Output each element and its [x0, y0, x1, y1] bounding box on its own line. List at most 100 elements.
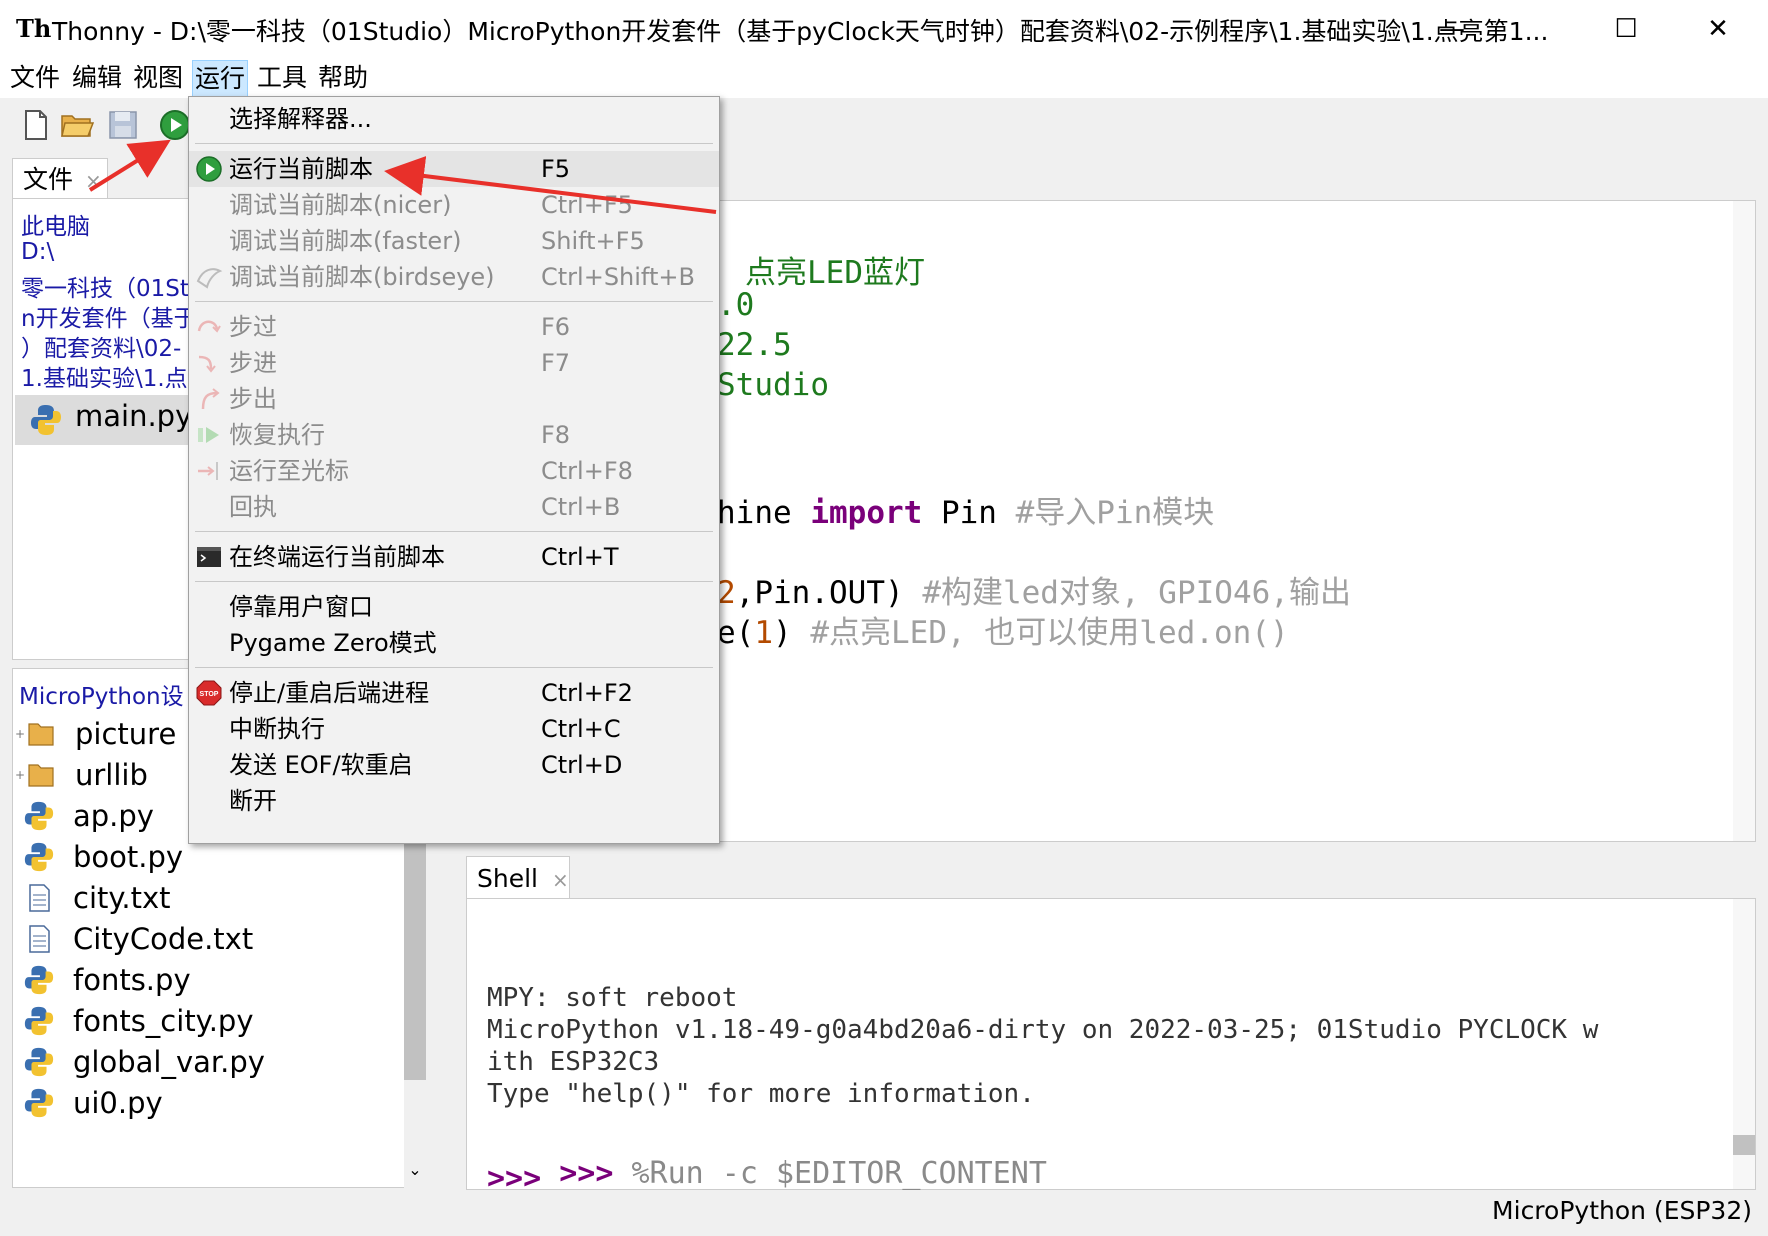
terminal-icon	[195, 543, 223, 571]
menu-item-shortcut: Ctrl+F2	[541, 679, 633, 707]
shell-tab[interactable]: Shell ×	[466, 856, 570, 900]
menu-item[interactable]: 停靠用户窗口	[189, 589, 719, 625]
run-dropdown-menu: 选择解释器... 运行当前脚本 F5 调试当前脚本(nicer) Ctrl+F5 调试当前…	[188, 96, 720, 844]
file-item[interactable]: ui0.py	[23, 1080, 163, 1126]
menu-item[interactable]: 在终端运行当前脚本 Ctrl+T	[189, 539, 719, 575]
menu-tools[interactable]: 工具	[255, 60, 309, 96]
file-item[interactable]: global_var.py	[23, 1039, 265, 1085]
menu-item-shortcut: Ctrl+T	[541, 543, 619, 571]
shell-prompt[interactable]: >>>	[487, 1161, 541, 1196]
save-icon[interactable]	[106, 108, 140, 142]
python-file-icon	[23, 841, 55, 873]
file-item[interactable]: ap.py	[23, 793, 154, 839]
shell-panel[interactable]: MPY: soft reboot MicroPython v1.18-49-g0…	[466, 898, 1756, 1196]
path-item[interactable]: n开发套件（基于	[21, 299, 197, 333]
file-item[interactable]: fonts.py	[23, 957, 191, 1003]
run-icon	[195, 155, 223, 183]
code-token: #构建led对象, GPIO46,输出	[922, 575, 1351, 611]
python-file-icon	[23, 1005, 55, 1037]
run-to-cursor-icon	[195, 457, 223, 485]
file-item[interactable]: fonts_city.py	[23, 998, 254, 1044]
expand-icon[interactable]: +	[15, 727, 25, 741]
menu-item: 调试当前脚本(birdseye) Ctrl+Shift+B	[189, 259, 719, 295]
file-item[interactable]: city.txt	[23, 875, 171, 921]
menu-item-shortcut: Shift+F5	[541, 227, 645, 255]
window-title: Thonny - D:\零一科技（01Studio）MicroPython开发套…	[52, 17, 1549, 46]
menu-item[interactable]: 运行当前脚本 F5	[189, 151, 719, 187]
menu-item: 步出	[189, 381, 719, 417]
thonny-logo-icon: Th	[16, 14, 52, 43]
menu-item: 恢复执行 F8	[189, 417, 719, 453]
file-item[interactable]: CityCode.txt	[23, 916, 253, 962]
code-token: e(	[717, 615, 755, 651]
menu-file[interactable]: 文件	[8, 60, 62, 96]
menu-item-label: 调试当前脚本(faster)	[229, 227, 462, 255]
menu-item: 调试当前脚本(nicer) Ctrl+F5	[189, 187, 719, 223]
folder-item[interactable]: + urllib	[15, 752, 148, 798]
folder-icon	[25, 759, 57, 791]
close-icon[interactable]: ×	[85, 169, 102, 193]
birdseye-icon	[195, 263, 223, 291]
stop-icon: STOP	[195, 679, 223, 707]
menu-view[interactable]: 视图	[131, 60, 185, 96]
folder-icon	[25, 718, 57, 750]
file-name: ui0.py	[73, 1086, 163, 1120]
file-item[interactable]: boot.py	[23, 834, 183, 880]
menu-item: 步进 F7	[189, 345, 719, 381]
folder-item[interactable]: + picture	[15, 711, 176, 757]
file-name: city.txt	[73, 881, 171, 915]
menu-help[interactable]: 帮助	[316, 60, 370, 96]
menu-edit[interactable]: 编辑	[70, 60, 124, 96]
shell-scrollbar-thumb[interactable]	[1733, 1135, 1755, 1155]
file-name: fonts.py	[73, 963, 191, 997]
new-file-icon[interactable]	[18, 108, 52, 142]
path-item[interactable]: D:\	[21, 239, 54, 265]
scroll-down-icon[interactable]: ⌄	[404, 1160, 426, 1179]
close-icon[interactable]: ×	[552, 868, 569, 892]
menu-item[interactable]: STOP 停止/重启后端进程 Ctrl+F2	[189, 675, 719, 711]
menu-separator	[195, 667, 713, 668]
menu-item-label: 选择解释器...	[229, 105, 372, 133]
device-panel-title: MicroPython设	[19, 684, 184, 710]
menu-item-shortcut: F7	[541, 349, 571, 377]
menu-item[interactable]: 选择解释器...	[189, 101, 719, 137]
path-item[interactable]: 此电脑	[21, 207, 90, 241]
menu-item-shortcut: Ctrl+B	[541, 493, 621, 521]
file-name: boot.py	[73, 840, 184, 874]
menu-item[interactable]: 发送 EOF/软重启 Ctrl+D	[189, 747, 719, 783]
path-item[interactable]: ）配套资料\02-	[21, 329, 181, 363]
code-token: #点亮LED, 也可以使用led.on()	[810, 615, 1289, 651]
editor-scrollbar[interactable]	[1733, 201, 1755, 841]
run-icon[interactable]	[158, 108, 192, 142]
close-button[interactable]: ✕	[1672, 0, 1764, 58]
path-item[interactable]: 零一科技（01St	[21, 269, 189, 303]
maximize-button[interactable]: ☐	[1580, 0, 1672, 58]
status-bar-interpreter[interactable]: MicroPython (ESP32)	[1492, 1196, 1752, 1225]
menu-item-shortcut: F8	[541, 421, 571, 449]
path-item[interactable]: 1.基础实验\1.点	[21, 359, 188, 393]
python-file-icon	[23, 964, 55, 996]
files-tab[interactable]: 文件 ×	[12, 158, 108, 200]
text-file-icon	[23, 882, 55, 914]
menu-item-label: 停靠用户窗口	[229, 593, 373, 621]
minimize-button[interactable]: —	[1406, 0, 1498, 58]
code-token: 1	[754, 615, 773, 651]
file-name: main.py	[75, 399, 193, 433]
code-line: hine import Pin #导入Pin模块	[717, 487, 1214, 532]
resume-icon	[195, 421, 223, 449]
open-folder-icon[interactable]	[60, 108, 94, 142]
menu-item[interactable]: Pygame Zero模式	[189, 625, 719, 661]
menu-item: 回执 Ctrl+B	[189, 489, 719, 525]
menu-run[interactable]: 运行	[192, 60, 249, 98]
text-file-icon	[23, 923, 55, 955]
code-token: 点亮LED蓝灯	[745, 255, 925, 291]
menu-item-shortcut: Ctrl+Shift+B	[541, 263, 695, 291]
menu-item-label: 运行至光标	[229, 457, 349, 485]
menu-item: 运行至光标 Ctrl+F8	[189, 453, 719, 489]
menu-item-label: 回执	[229, 493, 277, 521]
menu-item[interactable]: 断开	[189, 783, 719, 819]
expand-icon[interactable]: +	[15, 768, 25, 782]
device-scrollbar-thumb[interactable]	[404, 840, 426, 1080]
menu-item-shortcut: Ctrl+F8	[541, 457, 633, 485]
menu-item[interactable]: 中断执行 Ctrl+C	[189, 711, 719, 747]
